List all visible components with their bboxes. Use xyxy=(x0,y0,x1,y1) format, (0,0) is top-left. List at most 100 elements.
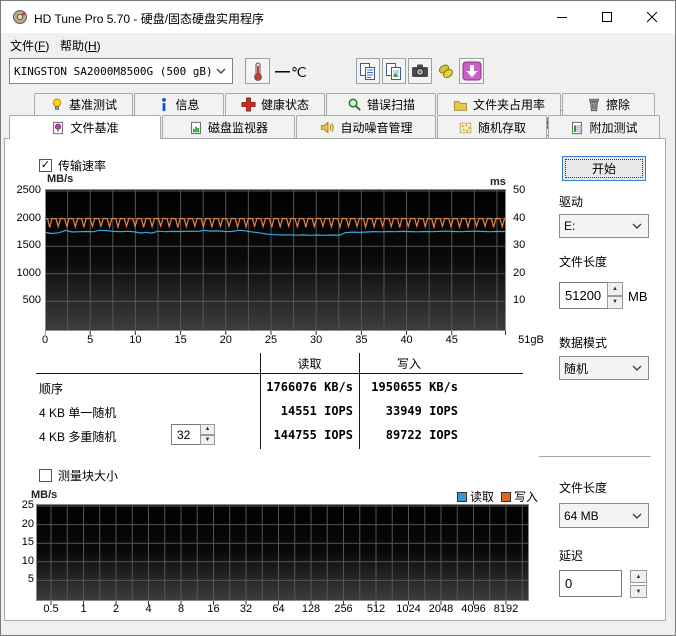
block-size-checkbox[interactable] xyxy=(39,469,52,482)
table-write-header: 写入 xyxy=(396,357,421,371)
tab-folder-usage[interactable]: 文件夹占用率 xyxy=(437,93,561,115)
tab-error-scan[interactable]: 错误扫描 xyxy=(326,93,436,115)
chart2-legend: 读取 写入 xyxy=(457,488,538,505)
tab-disk-monitor-label: 磁盘监视器 xyxy=(207,121,268,135)
drive-label: 驱动 xyxy=(559,195,584,209)
magnifier-icon xyxy=(348,98,361,111)
table-hline xyxy=(36,373,523,374)
health-cross-icon xyxy=(241,97,256,112)
queue-depth-input[interactable]: 32 xyxy=(171,424,201,445)
close-icon xyxy=(647,11,658,22)
minimize-button[interactable] xyxy=(540,1,585,33)
hd-tune-window: HD Tune Pro 5.70 - 硬盘/固态硬盘实用程序 文件(F) 帮助(… xyxy=(0,0,676,636)
start-button[interactable]: 开始 xyxy=(562,156,646,181)
block-file-length-label: 文件长度 xyxy=(559,481,608,495)
file-length-input[interactable]: 51200 xyxy=(559,282,608,309)
copy-image-button[interactable] xyxy=(382,58,406,84)
tab-erase-label: 擦除 xyxy=(605,98,630,112)
thermometer-icon xyxy=(253,62,262,81)
tab-aam-label: 自动噪音管理 xyxy=(340,121,413,135)
close-button[interactable] xyxy=(630,1,675,33)
spin-up-icon[interactable]: ▲ xyxy=(630,570,647,583)
tab-file-benchmark[interactable]: 文件基准 xyxy=(9,115,161,139)
hands-icon xyxy=(438,64,454,78)
folder-icon xyxy=(453,100,468,111)
maximize-icon xyxy=(602,11,612,22)
tab-health[interactable]: 健康状态 xyxy=(225,93,325,115)
spin-down-icon[interactable]: ▼ xyxy=(607,295,623,309)
drive-select[interactable]: KINGSTON SA2000M8500G (500 gB) xyxy=(9,58,233,84)
tab-benchmark[interactable]: 基准测试 xyxy=(34,93,133,115)
temperature-unit: ℃ xyxy=(291,64,307,80)
tab-aam[interactable]: 自动噪音管理 xyxy=(296,115,436,139)
tab-info-label: 信息 xyxy=(175,98,200,112)
menubar: 文件(F) 帮助(H) xyxy=(1,33,675,53)
spin-down-icon[interactable]: ▼ xyxy=(630,585,647,598)
row-4k-single-write: 33949 IOPS xyxy=(385,404,458,418)
write-legend-label: 写入 xyxy=(514,490,539,504)
copy-image-icon xyxy=(386,62,401,80)
data-mode-combo[interactable]: 随机 xyxy=(559,356,649,380)
benchmark-bulb-icon xyxy=(52,98,62,110)
transfer-rate-checkbox[interactable]: ✓ xyxy=(39,159,52,172)
tab-benchmark-label: 基准测试 xyxy=(68,98,117,112)
read-legend-swatch xyxy=(457,491,467,502)
row-4k-multi-write: 89722 IOPS xyxy=(385,428,458,442)
chevron-down-icon xyxy=(632,513,642,519)
drive-combo[interactable]: E: xyxy=(559,214,649,238)
block-size-checkbox-row: 测量块大小 xyxy=(39,467,118,484)
file-length-unit: MB xyxy=(628,289,648,304)
tab-erase[interactable]: 擦除 xyxy=(562,93,655,115)
copy-text-button[interactable] xyxy=(356,58,380,84)
row-4k-multi-read: 144755 IOPS xyxy=(273,428,353,442)
chevron-down-icon xyxy=(216,68,226,74)
delay-input[interactable]: 0 xyxy=(559,570,622,597)
file-length-spinner: ▲ ▼ xyxy=(607,282,623,309)
screenshot-button[interactable] xyxy=(408,58,432,84)
file-benchmark-icon xyxy=(53,121,64,134)
drive-combo-value: E: xyxy=(564,219,576,233)
tab-disk-monitor[interactable]: 磁盘监视器 xyxy=(162,115,295,139)
spin-up-icon[interactable]: ▲ xyxy=(200,424,215,435)
sidebar-divider xyxy=(539,456,651,457)
drive-select-value: KINGSTON SA2000M8500G (500 gB) xyxy=(14,64,213,78)
random-access-icon xyxy=(459,122,472,133)
read-legend-label: 读取 xyxy=(470,490,495,504)
disk-monitor-icon xyxy=(191,121,201,134)
row-sequential-label: 顺序 xyxy=(39,382,64,396)
row-4k-single-label: 4 KB 单一随机 xyxy=(39,406,117,420)
row-4k-multi-label: 4 KB 多重随机 xyxy=(39,430,117,444)
minimize-icon xyxy=(557,16,567,18)
write-legend-swatch xyxy=(501,491,512,502)
tab-random-access[interactable]: 随机存取 xyxy=(437,115,547,139)
temperature-value: — xyxy=(275,63,290,80)
chart2-y-unit: MB/s xyxy=(31,489,58,501)
block-file-length-value: 64 MB xyxy=(564,508,599,523)
donate-button[interactable] xyxy=(434,58,458,84)
tab-info[interactable]: 信息 xyxy=(134,93,224,115)
row-sequential-write: 1950655 KB/s xyxy=(371,380,458,394)
transfer-rate-checkbox-row: ✓ 传输速率 xyxy=(39,157,106,174)
row-sequential-read: 1766076 KB/s xyxy=(266,380,353,394)
window-title: HD Tune Pro 5.70 - 硬盘/固态硬盘实用程序 xyxy=(34,12,265,26)
info-icon xyxy=(162,97,167,112)
download-arrow-icon xyxy=(462,61,481,81)
block-size-chart xyxy=(36,504,529,605)
tab-random-access-label: 随机存取 xyxy=(477,121,526,135)
menu-file-label: 文件( xyxy=(10,39,38,53)
speaker-icon xyxy=(321,121,335,134)
block-file-length-combo[interactable]: 64 MB xyxy=(559,503,649,528)
extra-tests-icon xyxy=(572,121,583,134)
transfer-rate-chart xyxy=(45,189,506,335)
spin-down-icon[interactable]: ▼ xyxy=(200,434,215,445)
temperature-button[interactable] xyxy=(245,58,270,84)
delay-spinner: ▲ ▼ xyxy=(630,570,647,598)
row-4k-single-read: 14551 IOPS xyxy=(280,404,353,418)
toolbar: KINGSTON SA2000M8500G (500 gB) — ℃ xyxy=(1,53,675,136)
menu-help-label: 帮助( xyxy=(60,39,88,53)
save-results-button[interactable] xyxy=(459,58,484,84)
tab-extra-tests[interactable]: 附加测试 xyxy=(548,115,660,139)
chevron-down-icon xyxy=(632,223,642,229)
maximize-button[interactable] xyxy=(585,1,630,33)
spin-up-icon[interactable]: ▲ xyxy=(607,282,623,296)
